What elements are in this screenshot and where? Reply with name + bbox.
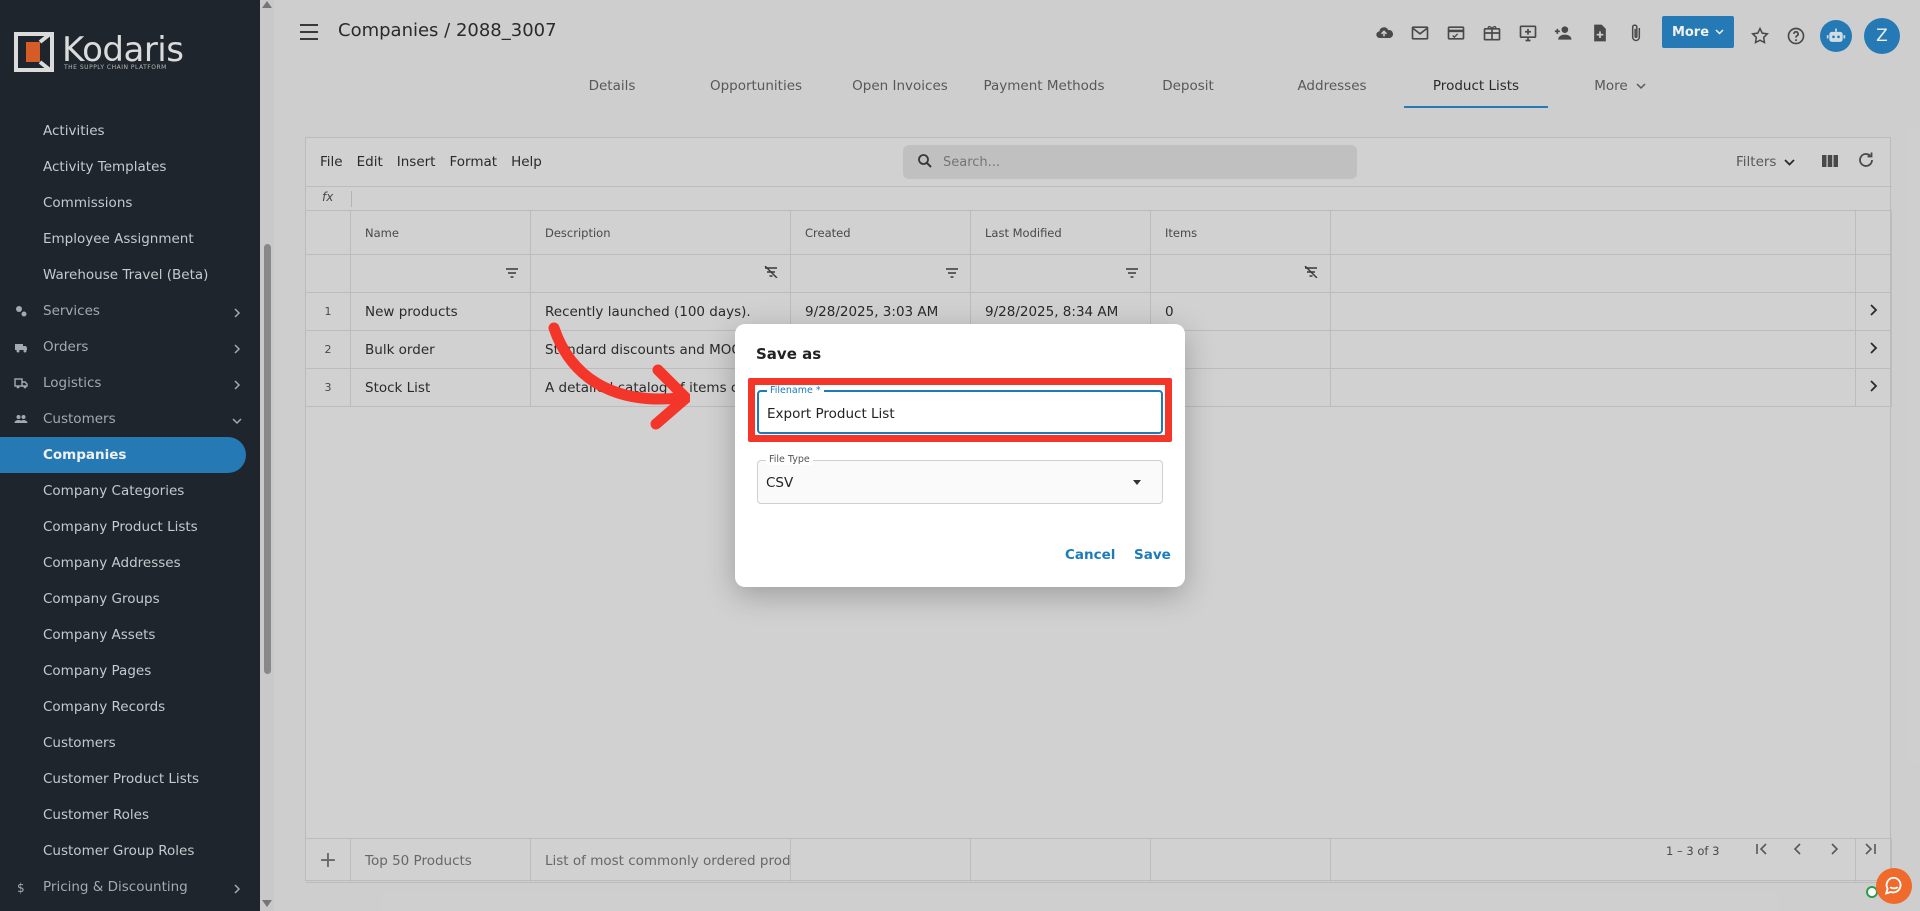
file-type-select[interactable]: File Type CSV: [757, 454, 1163, 504]
annotation-highlight-box: [748, 378, 1172, 442]
save-as-dialog: Save as Filename * Export Product List F…: [735, 324, 1185, 587]
dialog-title: Save as: [756, 345, 822, 363]
annotation-arrow-icon: [548, 322, 690, 430]
file-type-value: CSV: [766, 475, 794, 491]
file-type-label: File Type: [766, 454, 813, 465]
chat-support-button[interactable]: [1876, 868, 1912, 904]
chat-icon: [1884, 876, 1902, 895]
cancel-button[interactable]: Cancel: [1065, 547, 1115, 563]
dropdown-caret-icon: [1133, 480, 1141, 485]
save-button[interactable]: Save: [1134, 547, 1171, 563]
